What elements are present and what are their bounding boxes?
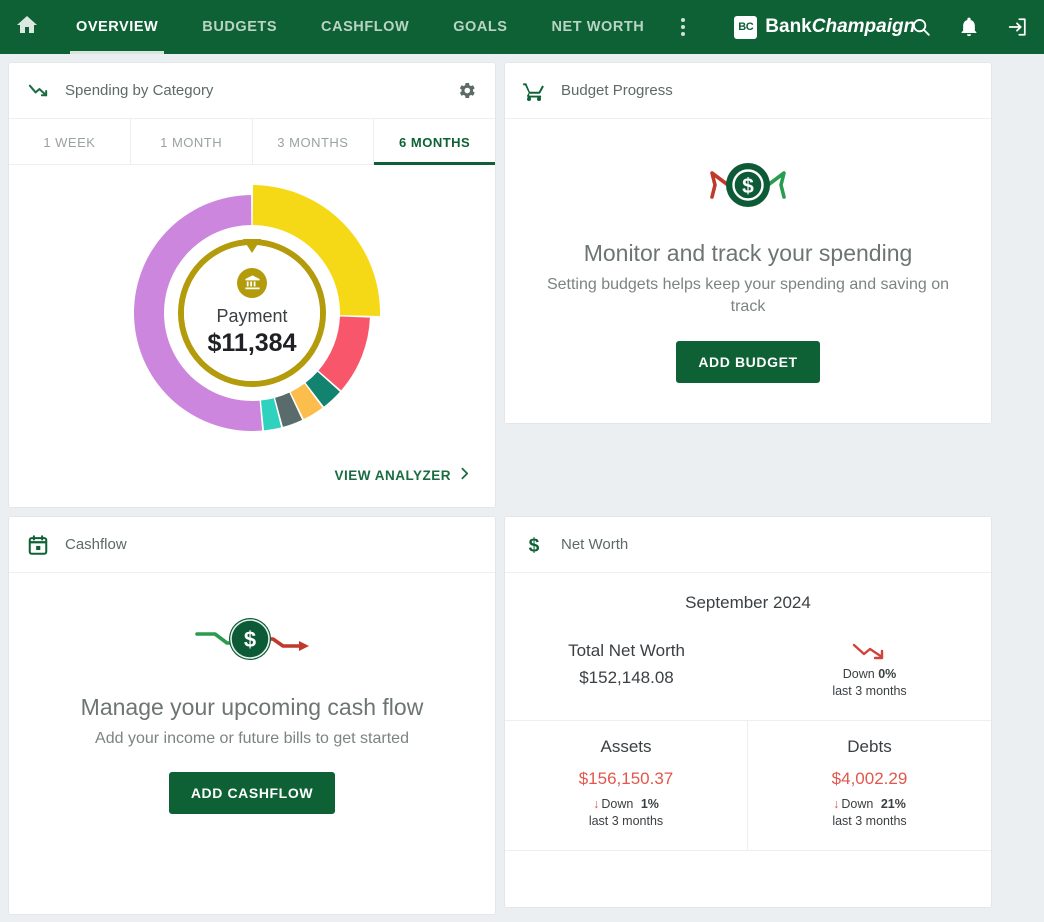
gear-icon[interactable]	[453, 80, 479, 101]
trend-down-icon	[25, 79, 51, 102]
debts-cell: Debts $4,002.29 ↓ Down 21% last 3 months	[748, 721, 991, 851]
cashflow-arrows-icon: $	[39, 607, 465, 671]
down-arrow-icon: ↓	[833, 797, 840, 811]
brand-name: BankChampaign	[765, 16, 916, 37]
cashflow-empty-heading: Manage your upcoming cash flow	[80, 694, 424, 720]
card-title: Budget Progress	[561, 82, 673, 99]
assets-label: Assets	[600, 737, 652, 756]
view-analyzer-label: VIEW ANALYZER	[334, 467, 451, 483]
total-net-worth: Total Net Worth $152,148.08	[505, 641, 748, 698]
brand-mark-icon: BC	[734, 15, 758, 39]
card-header: Budget Progress	[505, 63, 991, 119]
assets-amount: $156,150.37	[578, 769, 674, 788]
nav-label: NET WORTH	[551, 19, 645, 35]
svg-text:$: $	[529, 535, 540, 556]
budget-empty-heading: Monitor and track your spending	[583, 240, 913, 266]
cashflow-empty-subtext: Add your income or future bills to get s…	[95, 729, 409, 747]
trend-change: Down 0%	[842, 667, 897, 681]
nav-item-overview[interactable]: OVERVIEW	[54, 0, 180, 54]
nav-item-goals[interactable]: GOALS	[431, 0, 529, 54]
card-header: $ Net Worth	[505, 517, 991, 573]
nav-actions	[908, 14, 1030, 40]
net-worth-month: September 2024	[685, 593, 811, 612]
spending-by-category-card: Spending by Category 1 WEEK 1 MONTH 3 MO…	[8, 62, 496, 508]
donut-graphic: Payment $11,384	[122, 183, 382, 443]
nav-label: OVERVIEW	[76, 19, 159, 35]
card-footer: VIEW ANALYZER	[9, 461, 495, 507]
top-navigation-bar: OVERVIEW BUDGETS CASHFLOW GOALS NET WORT…	[0, 0, 1044, 54]
nav-label: CASHFLOW	[321, 19, 410, 35]
calendar-icon	[25, 534, 51, 556]
primary-nav: OVERVIEW BUDGETS CASHFLOW GOALS NET WORT…	[54, 0, 666, 54]
net-worth-body: September 2024 Total Net Worth $152,148.…	[505, 573, 991, 907]
add-budget-button[interactable]: ADD BUDGET	[676, 341, 820, 384]
view-analyzer-button[interactable]: VIEW ANALYZER	[330, 461, 475, 489]
budget-progress-card: Budget Progress $ Monitor and track your…	[504, 62, 992, 425]
card-title: Cashflow	[65, 536, 127, 553]
home-button[interactable]	[0, 13, 54, 42]
range-tabs: 1 WEEK 1 MONTH 3 MONTHS 6 MONTHS	[9, 119, 495, 165]
budget-empty-subtext: Setting budgets helps keep your spending…	[546, 275, 950, 316]
cashflow-empty-state: $ Manage your upcoming cash flow Add you…	[9, 573, 495, 914]
assets-period: last 3 months	[588, 814, 664, 828]
assets-cell: Assets $156,150.37 ↓ Down 1% last 3 mont…	[505, 721, 748, 851]
tab-6-months[interactable]: 6 MONTHS	[374, 119, 495, 165]
nav-item-cashflow[interactable]: CASHFLOW	[299, 0, 431, 54]
total-net-worth-label: Total Net Worth	[568, 641, 685, 660]
tab-3-months[interactable]: 3 MONTHS	[253, 119, 375, 164]
nav-item-net-worth[interactable]: NET WORTH	[530, 0, 667, 54]
shopping-cart-icon	[521, 79, 547, 103]
add-cashflow-button[interactable]: ADD CASHFLOW	[168, 772, 336, 815]
card-header: Spending by Category	[9, 63, 495, 119]
tab-1-week[interactable]: 1 WEEK	[9, 119, 131, 164]
home-icon	[15, 13, 39, 42]
down-arrow-icon: ↓	[593, 797, 600, 811]
kebab-menu-icon[interactable]	[666, 0, 700, 54]
nav-label: BUDGETS	[202, 19, 278, 35]
debts-change: ↓ Down 21%	[833, 797, 906, 811]
trend-period: last 3 months	[832, 684, 907, 698]
nav-item-budgets[interactable]: BUDGETS	[180, 0, 299, 54]
card-header: Cashflow	[9, 517, 495, 573]
card-title: Spending by Category	[65, 82, 214, 99]
trend-down-arrow-icon	[748, 641, 991, 663]
donut-slice[interactable]	[318, 316, 370, 391]
notifications-bell-icon[interactable]	[956, 14, 982, 40]
total-net-worth-value: $152,148.08	[579, 668, 674, 687]
donut-svg	[134, 185, 380, 431]
brand-logo[interactable]: BC BankChampaign	[734, 15, 916, 39]
dollar-sign-icon: $	[521, 534, 547, 556]
chevron-right-icon	[458, 467, 471, 483]
svg-text:$: $	[244, 627, 256, 652]
assets-change: ↓ Down 1%	[593, 797, 659, 811]
money-arrows-icon: $	[535, 153, 961, 217]
nav-label: GOALS	[453, 19, 508, 35]
tab-1-month[interactable]: 1 MONTH	[131, 119, 253, 164]
net-worth-summary: Total Net Worth $152,148.08 Down 0% last…	[505, 613, 991, 721]
dashboard-grid: Spending by Category 1 WEEK 1 MONTH 3 MO…	[0, 54, 1044, 922]
assets-debts-split: Assets $156,150.37 ↓ Down 1% last 3 mont…	[505, 721, 991, 851]
search-icon[interactable]	[908, 14, 934, 40]
card-title: Net Worth	[561, 536, 629, 553]
svg-text:$: $	[742, 175, 754, 198]
logout-icon[interactable]	[1004, 14, 1030, 40]
net-worth-card: $ Net Worth September 2024 Total Net Wor…	[504, 516, 992, 908]
net-worth-trend: Down 0% last 3 months	[748, 641, 991, 698]
debts-label: Debts	[847, 737, 892, 756]
budget-empty-state: $ Monitor and track your spending Settin…	[505, 119, 991, 423]
debts-amount: $4,002.29	[831, 769, 908, 788]
net-worth-bottom-pad	[505, 851, 991, 907]
cashflow-card: Cashflow $ Manage your upcoming cash flo…	[8, 516, 496, 916]
spending-donut-chart: Payment $11,384	[9, 165, 495, 461]
debts-period: last 3 months	[832, 814, 907, 828]
